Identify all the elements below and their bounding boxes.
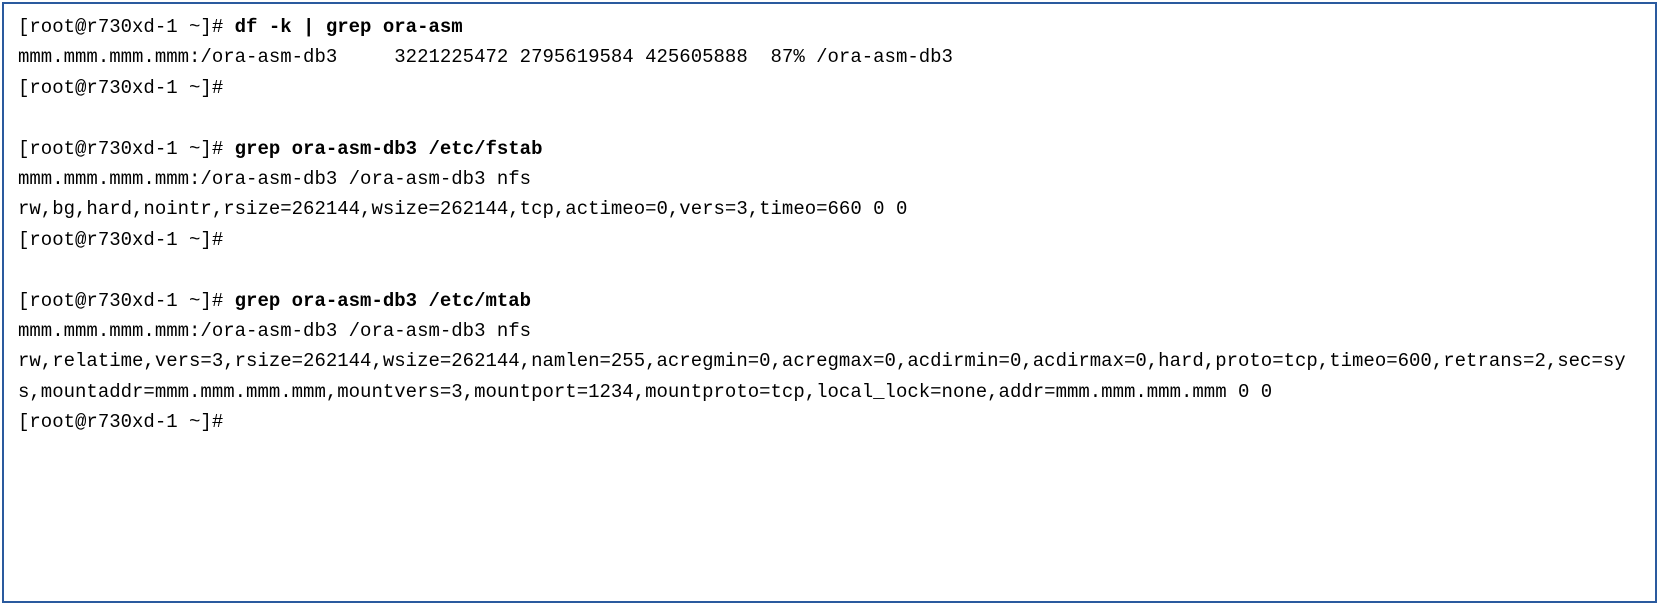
command-2: grep ora-asm-db3 /etc/fstab — [235, 138, 543, 160]
prompt-3: [root@r730xd-1 ~]# — [18, 290, 235, 312]
command-line-2: [root@r730xd-1 ~]# grep ora-asm-db3 /etc… — [18, 134, 1641, 164]
command-1: df -k | grep ora-asm — [235, 16, 463, 38]
output-1-0: mmm.mmm.mmm.mmm:/ora-asm-db3 3221225472 … — [18, 42, 1641, 72]
output-2-1: rw,bg,hard,nointr,rsize=262144,wsize=262… — [18, 194, 1641, 224]
command-line-3: [root@r730xd-1 ~]# grep ora-asm-db3 /etc… — [18, 286, 1641, 316]
spacer — [18, 255, 1641, 285]
output-3-1: rw,relatime,vers=3,rsize=262144,wsize=26… — [18, 346, 1641, 407]
terminal-output: [root@r730xd-1 ~]# df -k | grep ora-asmm… — [2, 2, 1657, 603]
prompt-2: [root@r730xd-1 ~]# — [18, 138, 235, 160]
trailing-prompt-2: [root@r730xd-1 ~]# — [18, 225, 1641, 255]
trailing-prompt-3: [root@r730xd-1 ~]# — [18, 407, 1641, 437]
output-3-0: mmm.mmm.mmm.mmm:/ora-asm-db3 /ora-asm-db… — [18, 316, 1641, 346]
command-line-1: [root@r730xd-1 ~]# df -k | grep ora-asm — [18, 12, 1641, 42]
output-2-0: mmm.mmm.mmm.mmm:/ora-asm-db3 /ora-asm-db… — [18, 164, 1641, 194]
prompt-1: [root@r730xd-1 ~]# — [18, 16, 235, 38]
trailing-prompt-1: [root@r730xd-1 ~]# — [18, 73, 1641, 103]
spacer — [18, 103, 1641, 133]
command-3: grep ora-asm-db3 /etc/mtab — [235, 290, 531, 312]
